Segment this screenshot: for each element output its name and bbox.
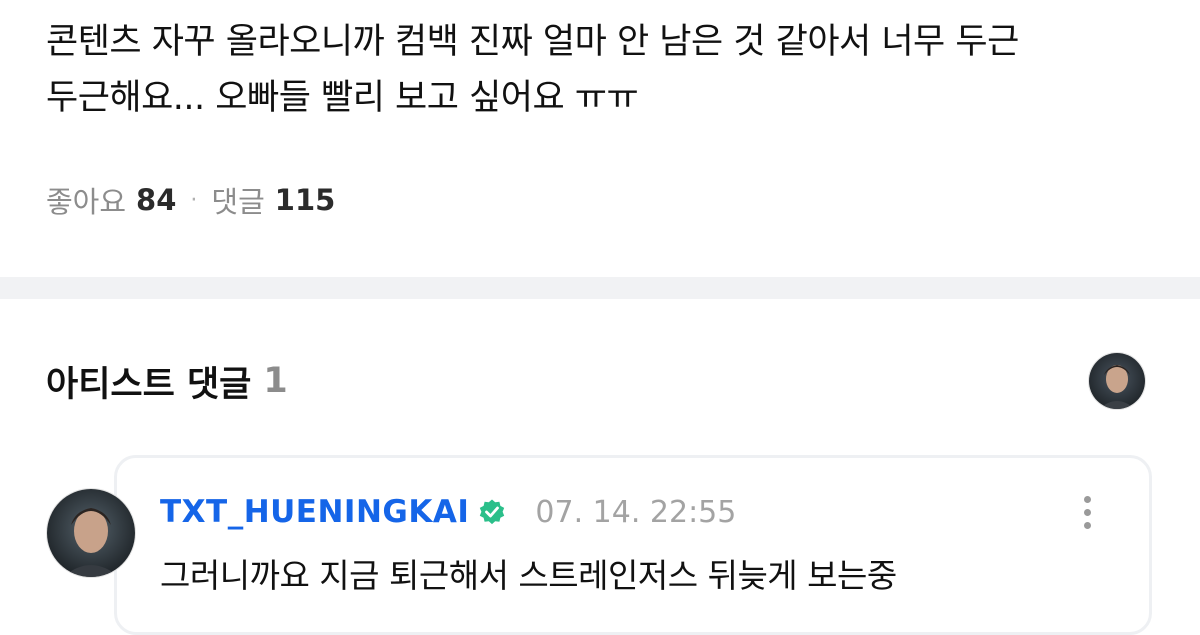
post-text-line-2: 두근해요... 오빠들 빨리 보고 싶어요 ㅠㅠ xyxy=(46,78,639,118)
comment-timestamp: 07. 14. 22:55 xyxy=(535,494,737,530)
post-text-line-1: 콘텐츠 자꾸 올라오니까 컴백 진짜 얼마 안 남은 것 같아서 너무 두근 xyxy=(46,22,1019,62)
comment-text: 그러니까요 지금 퇴근해서 스트레인저스 뒤늦게 보는중 xyxy=(160,556,897,595)
artist-comments-header: 아티스트 댓글 1 xyxy=(46,356,288,406)
commenter-avatar-image xyxy=(47,489,135,577)
artist-comments-count: 1 xyxy=(263,361,288,401)
post-body: 콘텐츠 자꾸 올라오니까 컴백 진짜 얼마 안 남은 것 같아서 너무 두근 두… xyxy=(46,14,1166,126)
like-label[interactable]: 좋아요 xyxy=(46,179,126,221)
commenter-avatar[interactable] xyxy=(46,488,136,578)
comment-count[interactable]: 115 xyxy=(275,183,336,217)
artist-avatar-image xyxy=(1089,353,1145,409)
comment-header: TXT_HUENINGKAI 07. 14. 22:55 xyxy=(160,490,736,534)
like-count[interactable]: 84 xyxy=(136,183,176,217)
artist-comments-title: 아티스트 댓글 xyxy=(46,364,252,405)
comment-label[interactable]: 댓글 xyxy=(211,179,264,221)
section-divider xyxy=(0,277,1200,299)
verified-check-icon xyxy=(480,499,505,525)
artist-comment-card xyxy=(114,455,1152,635)
stats-separator: · xyxy=(190,187,198,213)
post-stats: 좋아요 84 · 댓글 115 xyxy=(46,176,335,224)
artist-avatar[interactable] xyxy=(1088,352,1146,410)
comment-author[interactable]: TXT_HUENINGKAI xyxy=(160,494,469,530)
more-vertical-icon[interactable] xyxy=(1073,490,1101,534)
